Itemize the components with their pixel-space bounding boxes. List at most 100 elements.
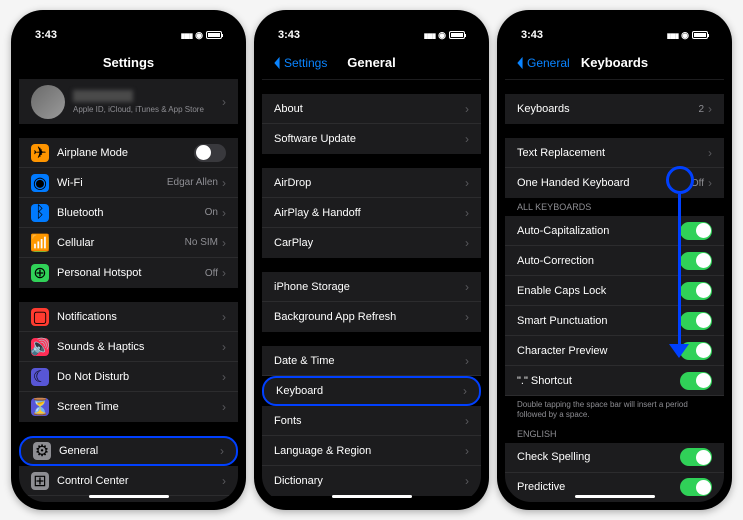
page-title: General xyxy=(347,55,395,70)
row-keyboard[interactable]: Keyboard› xyxy=(262,376,481,406)
row-spelling[interactable]: Check Spelling xyxy=(505,443,724,473)
row-wifi[interactable]: ◉Wi-FiEdgar Allen› xyxy=(19,168,238,198)
phone-general: 3:43 Settings General About› Software Up… xyxy=(254,10,489,510)
chevron-right-icon: › xyxy=(465,102,469,116)
row-autocorrect[interactable]: Auto-Correction xyxy=(505,246,724,276)
row-smart-punct[interactable]: Smart Punctuation xyxy=(505,306,724,336)
row-hotspot[interactable]: ⊕Personal HotspotOff› xyxy=(19,258,238,288)
home-indicator[interactable] xyxy=(332,495,412,498)
chevron-right-icon: › xyxy=(465,280,469,294)
chevron-right-icon: › xyxy=(222,206,226,220)
profile-sub: Apple ID, iCloud, iTunes & App Store xyxy=(73,105,222,114)
chevron-right-icon: › xyxy=(708,176,712,190)
capslock-toggle[interactable] xyxy=(680,282,712,300)
shortcut-toggle[interactable] xyxy=(680,372,712,390)
row-storage[interactable]: iPhone Storage› xyxy=(262,272,481,302)
footer-shortcut: Double tapping the space bar will insert… xyxy=(505,396,724,425)
row-software-update[interactable]: Software Update› xyxy=(262,124,481,154)
predictive-toggle[interactable] xyxy=(680,478,712,496)
airplane-toggle[interactable] xyxy=(194,144,226,162)
profile-row[interactable]: Apple ID, iCloud, iTunes & App Store › xyxy=(19,80,238,124)
preview-toggle[interactable] xyxy=(680,342,712,360)
row-bluetooth[interactable]: ᛒBluetoothOn› xyxy=(19,198,238,228)
control-icon: ⊞ xyxy=(31,472,49,490)
row-autocap[interactable]: Auto-Capitalization xyxy=(505,216,724,246)
back-button[interactable]: Settings xyxy=(272,56,327,70)
row-airplay[interactable]: AirPlay & Handoff› xyxy=(262,198,481,228)
chevron-right-icon: › xyxy=(222,474,226,488)
row-airplane[interactable]: ✈Airplane Mode xyxy=(19,138,238,168)
profile-name xyxy=(73,90,133,102)
row-char-preview[interactable]: Character Preview xyxy=(505,336,724,366)
chevron-right-icon: › xyxy=(465,132,469,146)
autocap-toggle[interactable] xyxy=(680,222,712,240)
navbar: General Keyboards xyxy=(505,46,724,80)
home-indicator[interactable] xyxy=(89,495,169,498)
row-capslock[interactable]: Enable Caps Lock xyxy=(505,276,724,306)
time: 3:43 xyxy=(278,29,300,41)
row-dnd[interactable]: ☾Do Not Disturb› xyxy=(19,362,238,392)
row-keyboards[interactable]: Keyboards2› xyxy=(505,94,724,124)
chevron-right-icon: › xyxy=(220,444,224,458)
row-cellular[interactable]: 📶CellularNo SIM› xyxy=(19,228,238,258)
row-airdrop[interactable]: AirDrop› xyxy=(262,168,481,198)
smart-toggle[interactable] xyxy=(680,312,712,330)
phone-settings: 3:43 Settings Apple ID, iCloud, iTunes &… xyxy=(11,10,246,510)
row-general[interactable]: ⚙General› xyxy=(19,436,238,466)
row-text-replacement[interactable]: Text Replacement› xyxy=(505,138,724,168)
row-notifications[interactable]: ▢Notifications› xyxy=(19,302,238,332)
row-background-refresh[interactable]: Background App Refresh› xyxy=(262,302,481,332)
header-all-keyboards: ALL KEYBOARDS xyxy=(505,198,724,216)
notifications-icon: ▢ xyxy=(31,308,49,326)
row-fonts[interactable]: Fonts› xyxy=(262,406,481,436)
chevron-right-icon: › xyxy=(222,400,226,414)
signal-icon xyxy=(424,29,435,41)
row-carplay[interactable]: CarPlay› xyxy=(262,228,481,258)
chevron-right-icon: › xyxy=(465,474,469,488)
home-indicator[interactable] xyxy=(575,495,655,498)
chevron-right-icon: › xyxy=(222,340,226,354)
page-title: Keyboards xyxy=(581,55,648,70)
battery-icon xyxy=(692,31,708,39)
row-control-center[interactable]: ⊞Control Center› xyxy=(19,466,238,496)
cellular-icon: 📶 xyxy=(31,234,49,252)
navbar: Settings xyxy=(19,46,238,80)
phone-keyboards: 3:43 General Keyboards Keyboards2› Text … xyxy=(497,10,732,510)
bluetooth-icon: ᛒ xyxy=(31,204,49,222)
screentime-icon: ⏳ xyxy=(31,398,49,416)
chevron-right-icon: › xyxy=(222,176,226,190)
time: 3:43 xyxy=(521,29,543,41)
row-sounds[interactable]: 🔊Sounds & Haptics› xyxy=(19,332,238,362)
back-button[interactable]: General xyxy=(515,56,570,70)
dnd-icon: ☾ xyxy=(31,368,49,386)
chevron-right-icon: › xyxy=(222,95,226,109)
chevron-right-icon: › xyxy=(708,146,712,160)
row-dictionary[interactable]: Dictionary› xyxy=(262,466,481,496)
row-language[interactable]: Language & Region› xyxy=(262,436,481,466)
row-date-time[interactable]: Date & Time› xyxy=(262,346,481,376)
signal-icon xyxy=(667,29,678,41)
spelling-toggle[interactable] xyxy=(680,448,712,466)
autocorrect-toggle[interactable] xyxy=(680,252,712,270)
gear-icon: ⚙ xyxy=(33,442,51,460)
battery-icon xyxy=(206,31,222,39)
header-english: ENGLISH xyxy=(505,425,724,443)
wifi-icon xyxy=(195,29,203,41)
chevron-right-icon: › xyxy=(222,266,226,280)
chevron-right-icon: › xyxy=(465,176,469,190)
chevron-right-icon: › xyxy=(222,370,226,384)
chevron-right-icon: › xyxy=(465,414,469,428)
page-title: Settings xyxy=(103,55,154,70)
signal-icon xyxy=(181,29,192,41)
row-one-handed[interactable]: One Handed KeyboardOff› xyxy=(505,168,724,198)
wifi-settings-icon: ◉ xyxy=(31,174,49,192)
row-shortcut[interactable]: "." Shortcut xyxy=(505,366,724,396)
wifi-icon xyxy=(438,29,446,41)
chevron-right-icon: › xyxy=(465,354,469,368)
row-screentime[interactable]: ⏳Screen Time› xyxy=(19,392,238,422)
chevron-right-icon: › xyxy=(465,310,469,324)
row-about[interactable]: About› xyxy=(262,94,481,124)
chevron-right-icon: › xyxy=(222,236,226,250)
chevron-right-icon: › xyxy=(708,102,712,116)
sounds-icon: 🔊 xyxy=(31,338,49,356)
